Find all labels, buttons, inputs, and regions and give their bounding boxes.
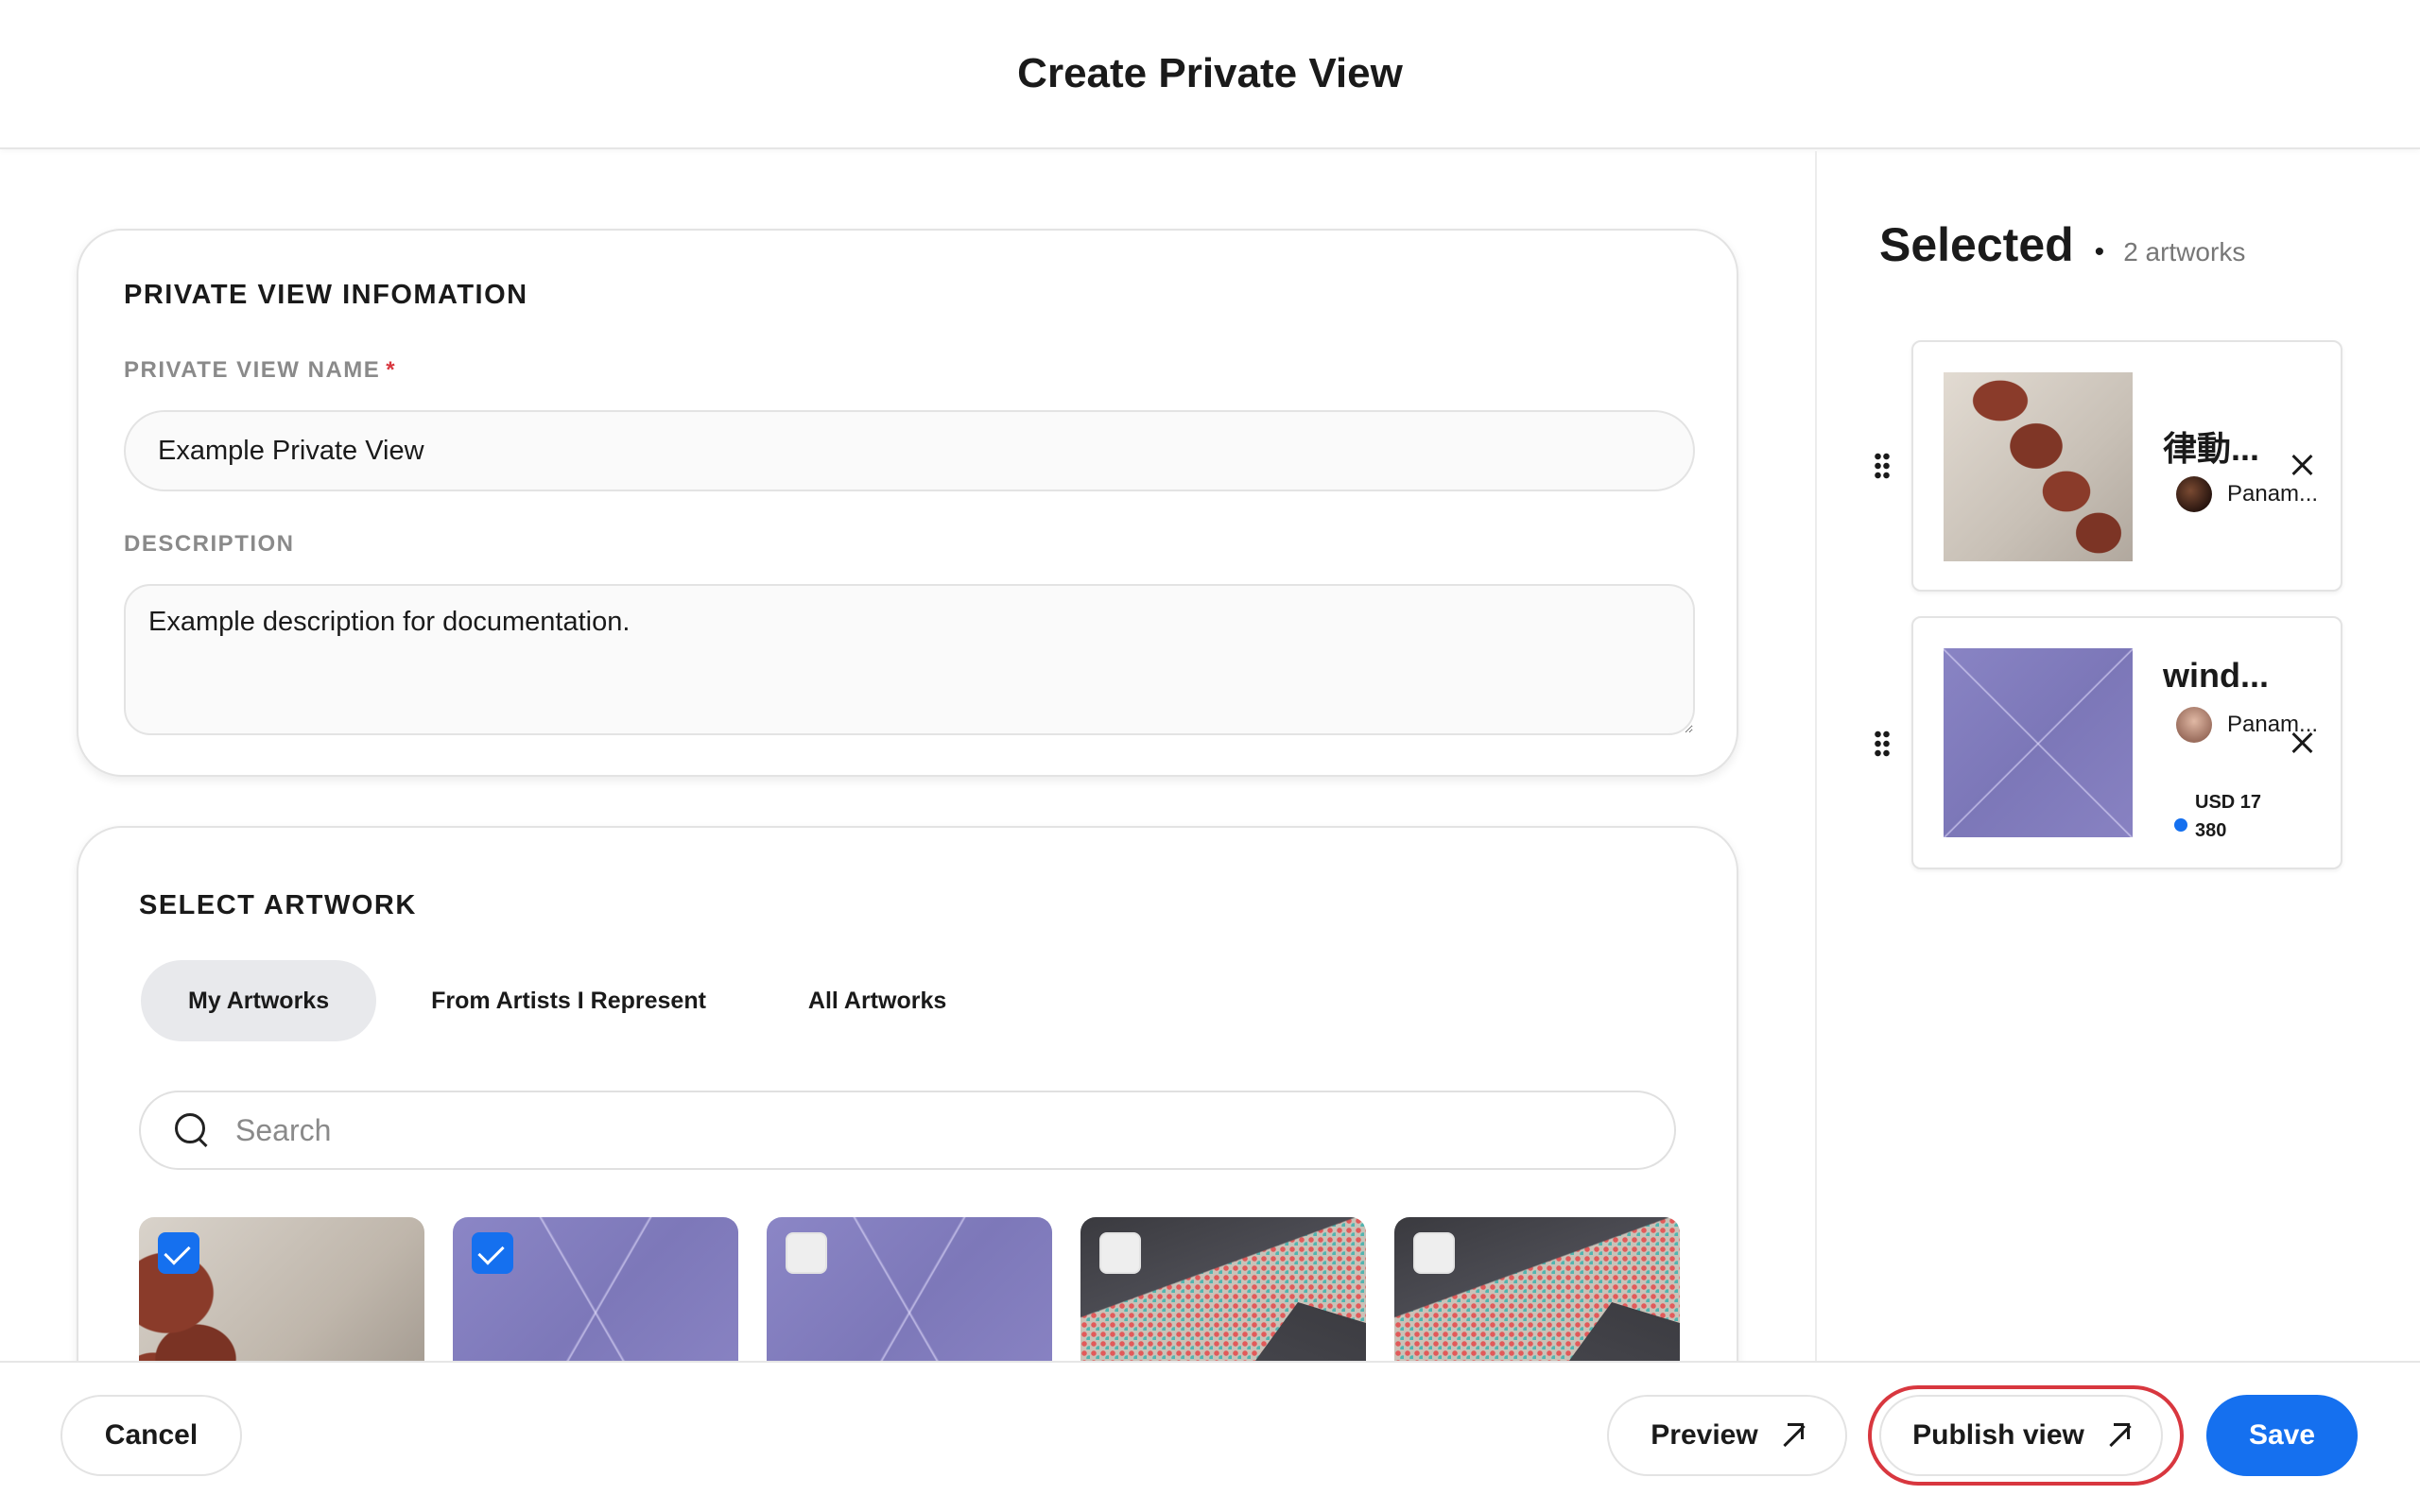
selected-panel: Selected • 2 artworks 律動... Panam... win…	[1815, 151, 2420, 1361]
artwork-checkbox[interactable]	[472, 1232, 513, 1274]
selected-header: Selected • 2 artworks	[1879, 217, 2245, 272]
artwork-checkbox[interactable]	[1413, 1232, 1455, 1274]
private-view-info-card: PRIVATE VIEW INFOMATION PRIVATE VIEW NAM…	[77, 229, 1738, 777]
description-wrapper	[78, 584, 1740, 735]
action-footer: Cancel Preview Publish view Save	[0, 1361, 2420, 1512]
name-label-text: PRIVATE VIEW NAME	[124, 357, 381, 383]
selected-artwork-title: 律動...	[2163, 429, 2260, 468]
selected-artwork-image	[1944, 372, 2133, 561]
drag-handle-icon[interactable]	[1874, 730, 1891, 758]
artist-name: Panam...	[2227, 481, 2319, 507]
selected-item: 律動... Panam...	[1817, 340, 2420, 593]
save-button[interactable]: Save	[2206, 1395, 2358, 1476]
selected-count: 2 artworks	[2123, 237, 2246, 266]
search-input[interactable]	[235, 1112, 1559, 1148]
tab-my-artworks[interactable]: My Artworks	[141, 960, 377, 1041]
required-mark: *	[386, 357, 397, 383]
publish-view-button[interactable]: Publish view	[1879, 1395, 2163, 1476]
page-title: Create Private View	[1017, 50, 1403, 96]
preview-button[interactable]: Preview	[1607, 1395, 1847, 1476]
name-label: PRIVATE VIEW NAME *	[124, 357, 396, 384]
search-icon	[173, 1111, 211, 1149]
artwork-checkbox[interactable]	[1099, 1232, 1141, 1274]
cancel-button-label: Cancel	[104, 1419, 199, 1451]
availability-dot-icon	[2174, 818, 2187, 832]
avatar	[2176, 476, 2212, 512]
selected-artwork-card[interactable]: wind... Panam... USD 17 380	[1911, 616, 2342, 869]
selected-artwork-image	[1944, 648, 2133, 837]
external-link-icon	[1779, 1423, 1804, 1448]
external-link-icon	[2105, 1423, 2130, 1448]
create-private-view-page: Create Private View PRIVATE VIEW INFOMAT…	[0, 0, 2420, 1512]
close-icon[interactable]	[2290, 730, 2316, 756]
selected-artwork-card[interactable]: 律動... Panam...	[1911, 340, 2342, 592]
preview-button-label: Preview	[1651, 1419, 1758, 1451]
artwork-tabs: My Artworks From Artists I Represent All…	[141, 960, 994, 1041]
page-header: Create Private View	[0, 0, 2420, 149]
publish-button-label: Publish view	[1912, 1419, 2084, 1451]
save-button-label: Save	[2248, 1419, 2316, 1451]
selected-artwork-title: wind...	[2163, 656, 2269, 695]
price-value: USD 17 380	[2195, 792, 2262, 841]
private-view-name-input[interactable]	[124, 410, 1695, 491]
artwork-search[interactable]	[139, 1091, 1676, 1170]
artwork-checkbox[interactable]	[786, 1232, 827, 1274]
close-icon[interactable]	[2290, 452, 2316, 478]
selected-artwork-artist: Panam...	[2161, 476, 2318, 512]
avatar	[2176, 707, 2212, 743]
cancel-button[interactable]: Cancel	[60, 1395, 242, 1476]
description-label: DESCRIPTION	[124, 531, 295, 557]
selected-item: wind... Panam... USD 17 380	[1817, 616, 2420, 871]
separator-dot: •	[2094, 236, 2105, 267]
tab-all-artworks[interactable]: All Artworks	[761, 960, 994, 1041]
artwork-checkbox[interactable]	[158, 1232, 199, 1274]
price-tag: USD 17 380	[2174, 788, 2280, 845]
form-panel: PRIVATE VIEW INFOMATION PRIVATE VIEW NAM…	[0, 151, 1815, 1487]
select-section-title: SELECT ARTWORK	[139, 890, 417, 920]
info-section-title: PRIVATE VIEW INFOMATION	[124, 280, 528, 310]
selected-title: Selected	[1879, 218, 2074, 271]
description-textarea[interactable]	[124, 584, 1695, 735]
drag-handle-icon[interactable]	[1874, 452, 1891, 480]
tab-from-artists-i-represent[interactable]: From Artists I Represent	[384, 960, 753, 1041]
